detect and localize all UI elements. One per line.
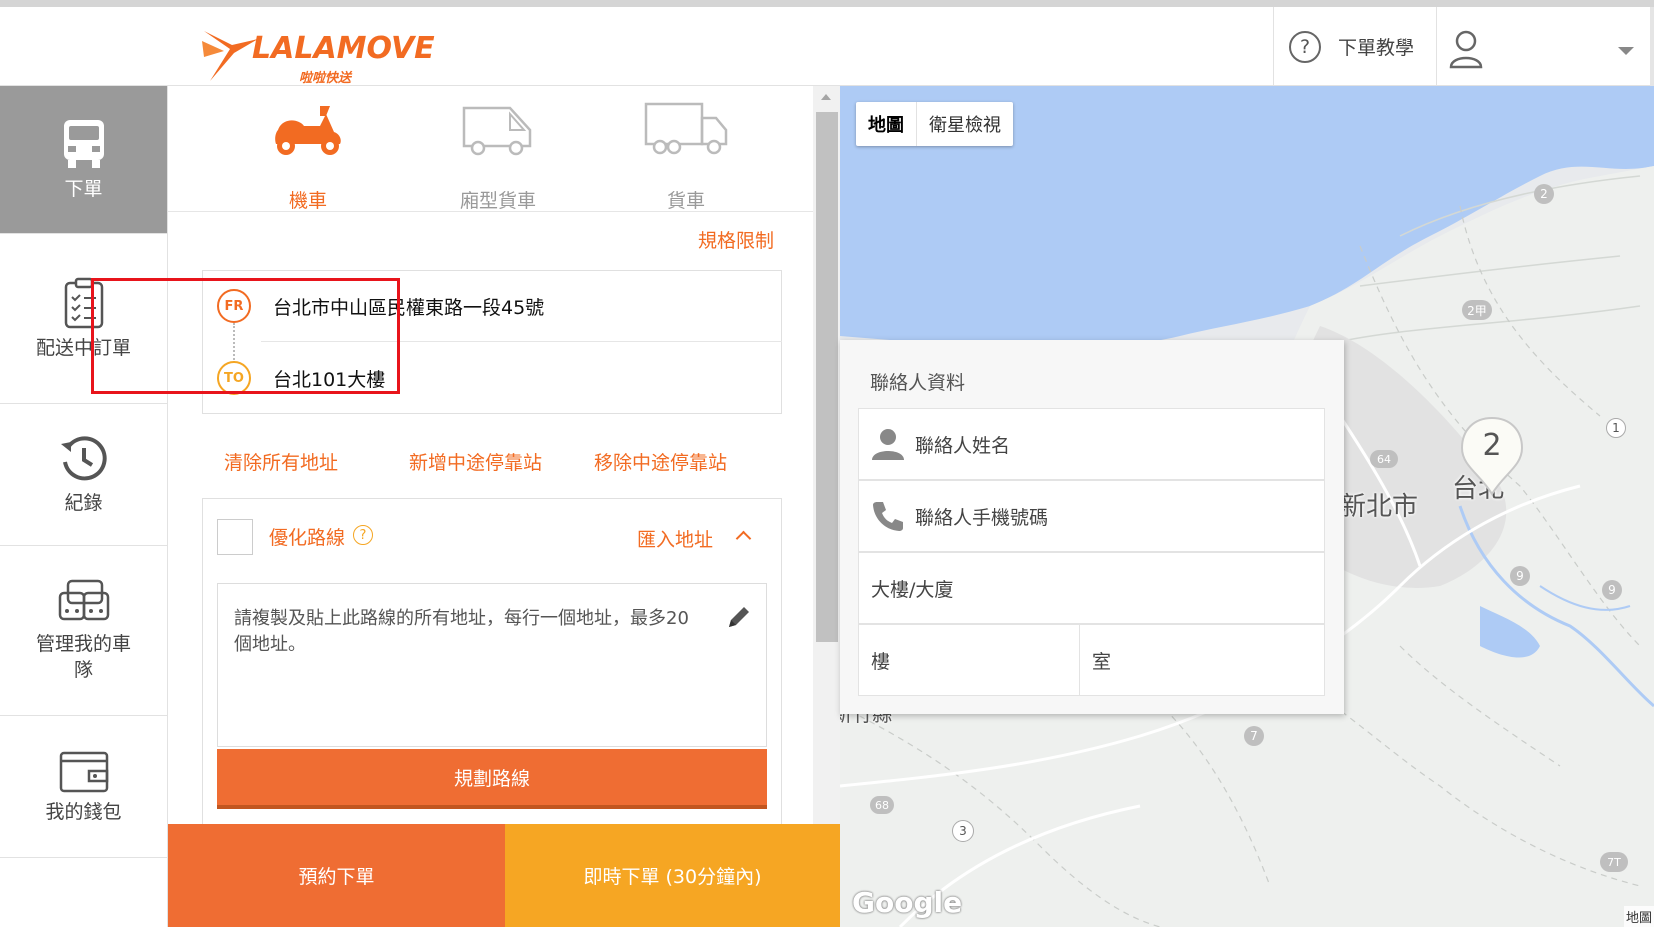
bird-logo-icon xyxy=(202,31,258,81)
spec-limit-link[interactable]: 規格限制 xyxy=(698,226,774,253)
sidebar-item-label: 我的錢包 xyxy=(45,800,122,823)
pencil-icon xyxy=(729,607,749,627)
sidebar-item-label: 管理我的車隊 xyxy=(35,632,131,681)
road-badge: 64 xyxy=(1370,450,1398,468)
vehicle-label: 廂型貨車 xyxy=(459,190,536,212)
vehicle-option-van[interactable]: 廂型貨車 xyxy=(428,100,568,212)
road-badge: 9 xyxy=(1510,566,1530,586)
scroll-up-arrow-icon[interactable] xyxy=(821,94,831,100)
person-icon xyxy=(872,429,904,460)
road-badge: 3 xyxy=(952,820,974,842)
map-view-button[interactable]: 地圖 xyxy=(856,102,917,146)
address-actions: 清除所有地址 新增中途停靠站 移除中途停靠站 xyxy=(224,448,784,478)
order-panel: 機車 廂型貨車 貨車 規格限制 FR TO 台北市中山區民權東路一段45號 台北… xyxy=(168,86,840,927)
address-highlight-annotation xyxy=(91,278,400,394)
add-stop-link[interactable]: 新增中途停靠站 xyxy=(409,448,542,475)
app-root: LALAMOVE 啦啦快送 ? 下單教學 下單 配送中訂單 紀錄 管理我的車隊 … xyxy=(0,0,1654,927)
vehicle-option-scooter[interactable]: 機車 xyxy=(238,100,378,212)
floor-field[interactable]: 樓 xyxy=(858,624,1080,696)
plan-route-button[interactable]: 規劃路線 xyxy=(217,749,767,809)
remove-stop-link[interactable]: 移除中途停靠站 xyxy=(594,448,727,475)
road-badge: 9 xyxy=(1602,580,1622,600)
road-badge: 1 xyxy=(1606,418,1626,438)
floor-placeholder: 樓 xyxy=(871,650,891,673)
vehicle-label: 機車 xyxy=(288,190,327,212)
scrollbar-thumb[interactable] xyxy=(816,112,838,642)
contact-phone-field[interactable]: 聯絡人手機號碼 xyxy=(858,480,1325,552)
road-badge: 68 xyxy=(870,796,894,814)
vehicle-option-truck[interactable]: 貨車 xyxy=(616,100,756,212)
floor-room-row: 樓 室 xyxy=(858,624,1325,696)
question-icon[interactable]: ? xyxy=(353,525,373,545)
left-sidebar: 下單 配送中訂單 紀錄 管理我的車隊 我的錢包 xyxy=(0,86,168,927)
map-type-toggle: 地圖 衛星檢視 xyxy=(856,102,1013,146)
instant-order-button[interactable]: 即時下單 (30分鐘內) xyxy=(505,824,840,927)
sidebar-item-label: 下單 xyxy=(64,177,103,200)
scooter-icon xyxy=(275,106,341,155)
fleet-icon xyxy=(58,579,109,620)
optimize-route-checkbox[interactable] xyxy=(217,519,253,555)
window-edge xyxy=(1650,7,1654,93)
cluster-count: 2 xyxy=(1482,428,1502,463)
van-icon xyxy=(462,106,532,156)
logo-text: LALAMOVE xyxy=(252,31,435,66)
room-placeholder: 室 xyxy=(1092,650,1112,673)
vehicle-label: 貨車 xyxy=(666,190,705,212)
building-placeholder: 大樓/大廈 xyxy=(871,578,954,601)
building-field[interactable]: 大樓/大廈 xyxy=(858,552,1325,624)
road-badge: 2 xyxy=(1534,184,1554,204)
chevron-up-icon[interactable] xyxy=(735,530,752,547)
sidebar-item-label: 紀錄 xyxy=(64,491,103,514)
sidebar-item-place-order[interactable]: 下單 xyxy=(0,86,167,234)
room-field[interactable]: 室 xyxy=(1079,624,1325,696)
truck-front-icon xyxy=(63,119,104,168)
wallet-icon xyxy=(59,751,108,792)
contact-info-card: 聯絡人資料 聯絡人姓名 聯絡人手機號碼 大樓/大廈 樓 室 xyxy=(840,340,1344,714)
clear-addresses-link[interactable]: 清除所有地址 xyxy=(224,448,338,475)
road-badge: 7T xyxy=(1600,852,1628,872)
contact-name-field[interactable]: 聯絡人姓名 xyxy=(858,408,1325,480)
sidebar-item-my-fleet[interactable]: 管理我的車隊 xyxy=(0,546,167,716)
import-address-toggle[interactable]: 匯入地址 xyxy=(637,525,713,552)
lalamove-logo[interactable]: LALAMOVE 啦啦快送 xyxy=(200,17,440,87)
vehicle-selector: 機車 廂型貨車 貨車 xyxy=(168,86,813,212)
account-dropdown-caret-icon[interactable] xyxy=(1618,47,1634,55)
textarea-placeholder: 請複製及貼上此路線的所有地址，每行一個地址，最多20個地址。 xyxy=(234,608,689,655)
map-marker-cluster[interactable]: 2 xyxy=(1460,416,1524,496)
road-badge: 2甲 xyxy=(1462,300,1492,320)
satellite-view-button[interactable]: 衛星檢視 xyxy=(917,102,1013,146)
optimize-route-label: 優化路線 xyxy=(269,527,346,549)
order-action-bar: 預約下單 即時下單 (30分鐘內) xyxy=(168,824,840,927)
google-watermark: Google xyxy=(852,886,963,919)
map-label-new-taipei: 新北市 xyxy=(1340,492,1419,522)
help-label: 下單教學 xyxy=(1338,37,1415,59)
road-badge: 7 xyxy=(1244,726,1264,746)
logo-subtext: 啦啦快送 xyxy=(299,71,352,86)
help-icon: ? xyxy=(1289,30,1321,63)
help-tutorial-button[interactable]: ? 下單教學 xyxy=(1273,7,1437,86)
map-attribution[interactable]: 地圖 xyxy=(1623,906,1654,927)
sidebar-item-wallet[interactable]: 我的錢包 xyxy=(0,716,167,858)
contact-name-placeholder: 聯絡人姓名 xyxy=(915,434,1011,457)
import-address-textarea[interactable]: 請複製及貼上此路線的所有地址，每行一個地址，最多20個地址。 xyxy=(217,583,767,747)
contact-phone-placeholder: 聯絡人手機號碼 xyxy=(915,506,1049,529)
sidebar-item-history[interactable]: 紀錄 xyxy=(0,404,167,546)
truck-icon xyxy=(644,102,728,155)
history-icon xyxy=(60,435,107,480)
user-account-icon[interactable] xyxy=(1448,29,1484,69)
phone-icon xyxy=(873,502,903,531)
top-bar: LALAMOVE 啦啦快送 ? 下單教學 xyxy=(0,0,1654,93)
schedule-order-button[interactable]: 預約下單 xyxy=(168,824,505,927)
contact-card-title: 聯絡人資料 xyxy=(870,372,966,394)
